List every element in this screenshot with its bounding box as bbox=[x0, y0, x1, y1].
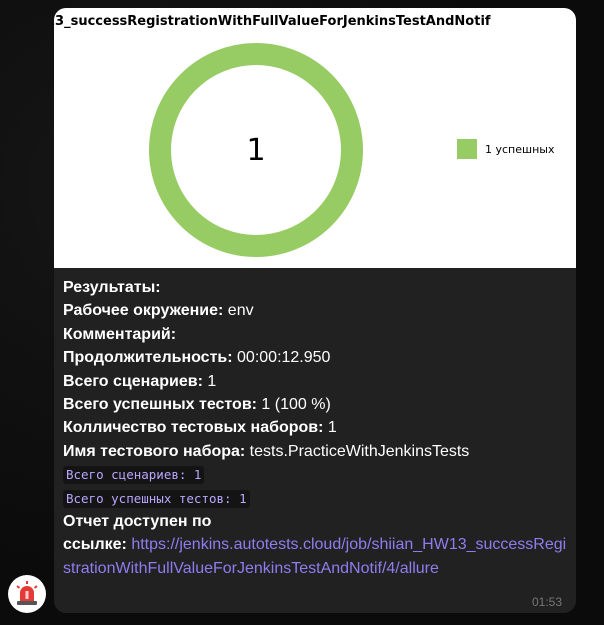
report-label: Отчет доступен по bbox=[63, 513, 212, 531]
env-label: Рабочее окружение: bbox=[63, 302, 224, 320]
suite-name-label: Имя тестового набора: bbox=[63, 442, 246, 460]
passed-tests-line: Всего успешных тестов: 1 (100 %) bbox=[63, 393, 568, 416]
code-passed[interactable]: Всего успешных тестов: 1 bbox=[63, 489, 250, 508]
donut-center-value: 1 bbox=[246, 133, 265, 168]
env-value: env bbox=[223, 302, 254, 320]
total-scenarios-value: 1 bbox=[202, 372, 217, 390]
duration-label: Продолжительность: bbox=[63, 349, 233, 367]
report-label-cont: ссылке: bbox=[63, 536, 127, 554]
report-link[interactable]: https://jenkins.autotests.cloud/job/shii… bbox=[63, 536, 566, 576]
suites-count-value: 1 bbox=[323, 419, 337, 437]
legend-label: 1 успешных bbox=[485, 142, 555, 156]
donut-chart: 1 bbox=[149, 43, 363, 257]
message-time: 01:53 bbox=[531, 595, 562, 609]
code-passed-line: Всего успешных тестов: 1 bbox=[63, 487, 568, 510]
suites-count-label: Колличество тестовых наборов: bbox=[63, 419, 324, 437]
suite-name-line: Имя тестового набора: tests.PracticeWith… bbox=[63, 440, 568, 463]
bot-avatar[interactable] bbox=[8, 575, 46, 613]
report-chart-image[interactable]: 1 13_successRegistrationWithFullValueFor… bbox=[54, 8, 576, 268]
report-label-line: Отчет доступен по bbox=[63, 510, 568, 533]
code-scenarios-line: Всего сценариев: 1 bbox=[63, 463, 568, 486]
duration-value: 00:00:12.950 bbox=[232, 349, 331, 367]
code-scenarios[interactable]: Всего сценариев: 1 bbox=[63, 466, 205, 485]
siren-icon bbox=[16, 581, 38, 605]
comment-line: Комментарий: bbox=[63, 323, 568, 346]
total-scenarios-line: Всего сценариев: 1 bbox=[63, 370, 568, 393]
passed-tests-label: Всего успешных тестов: bbox=[63, 396, 257, 414]
message-text: Результаты: Рабочее окружение: env Комме… bbox=[63, 276, 568, 580]
message-bubble[interactable]: 1 13_successRegistrationWithFullValueFor… bbox=[54, 8, 576, 613]
legend-swatch bbox=[457, 139, 477, 159]
chart-legend: 1 успешных bbox=[457, 139, 554, 159]
report-link-line: ссылке: https://jenkins.autotests.cloud/… bbox=[63, 533, 568, 580]
total-scenarios-label: Всего сценариев: bbox=[63, 372, 203, 390]
results-line: Результаты: bbox=[63, 276, 568, 299]
suite-name-value: tests.PracticeWithJenkinsTests bbox=[245, 442, 470, 460]
chart-title: 13_successRegistrationWithFullValueForJe… bbox=[54, 14, 491, 29]
comment-label: Комментарий: bbox=[63, 325, 177, 343]
duration-line: Продолжительность: 00:00:12.950 bbox=[63, 346, 568, 369]
passed-tests-value: 1 (100 %) bbox=[256, 396, 331, 414]
env-line: Рабочее окружение: env bbox=[63, 299, 568, 322]
suites-count-line: Колличество тестовых наборов: 1 bbox=[63, 416, 568, 439]
results-label: Результаты: bbox=[63, 279, 161, 296]
